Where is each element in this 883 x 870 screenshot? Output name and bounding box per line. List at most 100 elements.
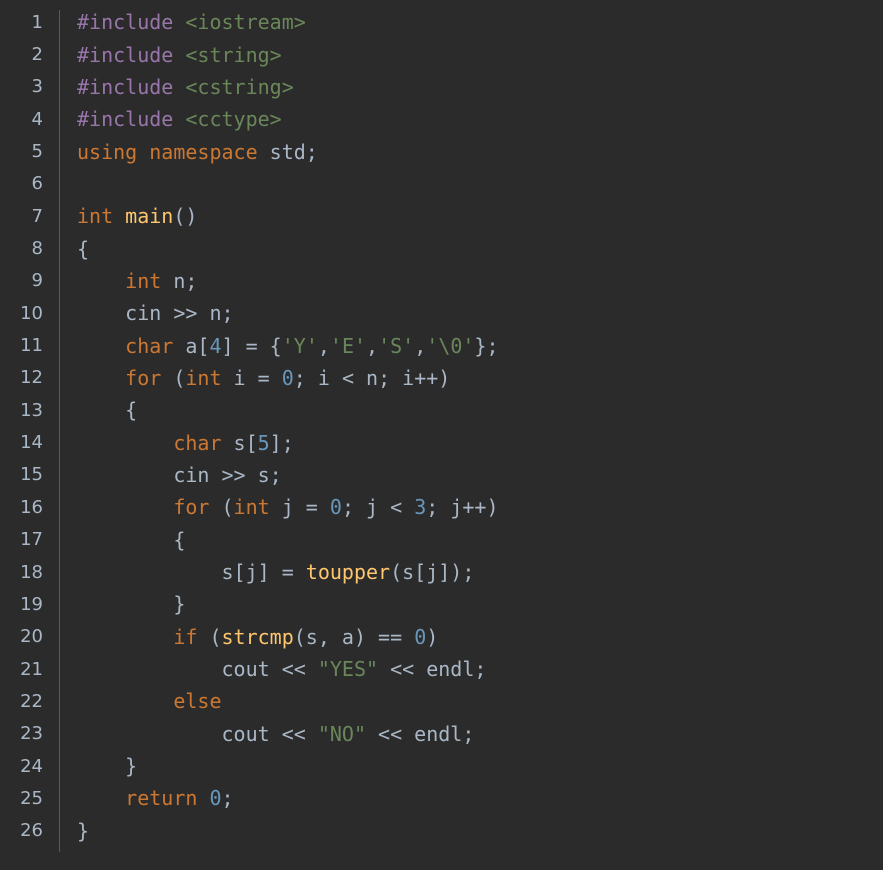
code-text[interactable]: int n; — [77, 269, 197, 293]
code-text[interactable]: #include <iostream> — [77, 10, 306, 34]
code-token: strcmp — [221, 624, 294, 649]
code-token: n; — [161, 268, 198, 293]
line-number: 16 — [20, 496, 43, 518]
code-line[interactable]: 2 #include <string> — [0, 38, 883, 70]
code-token: char — [173, 430, 222, 455]
code-token: 'S' — [378, 333, 415, 358]
code-line[interactable]: 25 return 0; — [0, 782, 883, 814]
code-text[interactable]: using namespace std; — [77, 140, 318, 164]
code-text[interactable]: #include <cstring> — [77, 75, 294, 99]
code-text[interactable]: { — [77, 398, 137, 422]
code-text[interactable]: { — [77, 237, 89, 261]
code-text[interactable]: { — [77, 528, 185, 552]
line-number: 22 — [20, 690, 43, 712]
code-token: ]; — [269, 430, 294, 455]
code-text[interactable]: cin >> n; — [77, 301, 234, 326]
code-text[interactable]: s[j] = toupper(s[j]); — [77, 560, 474, 584]
code-text[interactable]: for (int j = 0; j < 3; j++) — [77, 495, 498, 519]
code-text[interactable]: char a[4] = {'Y','E','S','\0'}; — [77, 333, 499, 358]
code-line[interactable]: 15 cin >> s; — [0, 459, 883, 491]
code-text[interactable]: for (int i = 0; i < n; i++) — [77, 366, 450, 390]
code-text[interactable]: #include <string> — [77, 43, 282, 67]
code-token: 0 — [209, 786, 222, 811]
code-line[interactable]: 6 — [0, 168, 883, 200]
code-text[interactable]: #include <cctype> — [77, 107, 282, 131]
code-token: a[ — [173, 333, 210, 358]
code-token: , — [317, 333, 330, 358]
code-text[interactable]: } — [77, 819, 89, 843]
code-line[interactable]: 11 char a[4] = {'Y','E','S','\0'}; — [0, 329, 883, 361]
code-token: , — [366, 333, 379, 358]
line-number: 4 — [31, 108, 43, 130]
code-line[interactable]: 8{ — [0, 232, 883, 264]
code-token: cin >> s; — [77, 462, 282, 487]
code-token: <cctype> — [185, 107, 282, 132]
code-token: 0 — [414, 624, 427, 649]
code-token: int — [125, 268, 162, 293]
code-token: return — [125, 786, 198, 811]
code-text[interactable]: if (strcmp(s, a) == 0) — [77, 625, 438, 649]
code-token: ; i < n; i++) — [293, 365, 451, 390]
code-token: std; — [257, 139, 318, 164]
code-text[interactable]: return 0; — [77, 786, 233, 811]
code-token: cout << — [77, 657, 318, 682]
line-number: 20 — [20, 626, 43, 648]
code-line[interactable]: 23 cout << "NO" << endl; — [0, 718, 883, 750]
code-line[interactable]: 18 s[j] = toupper(s[j]); — [0, 556, 883, 588]
line-number: 3 — [31, 76, 43, 98]
code-line[interactable]: 14 char s[5]; — [0, 426, 883, 458]
line-number: 18 — [20, 561, 43, 583]
line-number: 14 — [20, 432, 43, 454]
code-token: cin >> n; — [77, 301, 234, 326]
code-token: j = — [269, 495, 330, 520]
code-line[interactable]: 22 else — [0, 685, 883, 717]
code-text[interactable]: } — [77, 754, 137, 778]
code-line[interactable]: 16 for (int j = 0; j < 3; j++) — [0, 491, 883, 523]
code-token: ) — [426, 624, 439, 649]
code-line[interactable]: 4 #include <cctype> — [0, 103, 883, 135]
code-token: ( — [197, 624, 222, 649]
code-token: for — [173, 495, 210, 520]
code-line[interactable]: 21 cout << "YES" << endl; — [0, 653, 883, 685]
code-token: <iostream> — [185, 10, 306, 35]
code-text[interactable]: } — [77, 592, 185, 616]
code-line[interactable]: 13 { — [0, 394, 883, 426]
code-line[interactable]: 24 } — [0, 750, 883, 782]
code-line[interactable]: 3 #include <cstring> — [0, 71, 883, 103]
code-line[interactable]: 17 { — [0, 524, 883, 556]
code-token: "YES" — [317, 657, 379, 682]
code-text[interactable]: else — [77, 689, 221, 713]
code-token: #include — [77, 74, 174, 99]
code-line[interactable]: 10 cin >> n; — [0, 297, 883, 329]
code-line[interactable]: 12 for (int i = 0; i < n; i++) — [0, 362, 883, 394]
code-editor[interactable]: 1 #include <iostream> 2 #include <string> 3 #… — [0, 0, 883, 870]
code-text[interactable]: cout << "YES" << endl; — [77, 657, 486, 681]
code-text[interactable]: char s[5]; — [77, 430, 294, 455]
line-number: 17 — [20, 529, 43, 551]
code-token: 'Y' — [281, 333, 318, 358]
code-line[interactable]: 5 using namespace std; — [0, 135, 883, 167]
code-text[interactable]: cin >> s; — [77, 462, 282, 487]
code-line[interactable]: 20 if (strcmp(s, a) == 0) — [0, 621, 883, 653]
code-lines[interactable]: 1 #include <iostream> 2 #include <string> 3 #… — [0, 6, 883, 847]
line-number: 19 — [20, 593, 43, 615]
code-line[interactable]: 1 #include <iostream> — [0, 6, 883, 38]
code-token: ; j < — [341, 495, 415, 520]
code-token: int — [233, 495, 270, 520]
code-token: toupper — [305, 560, 391, 585]
code-token: 0 — [281, 365, 294, 390]
code-token: }; — [474, 333, 499, 358]
code-line[interactable]: 7 int main() — [0, 200, 883, 232]
code-token: << endl; — [366, 721, 475, 746]
code-text[interactable]: cout << "NO" << endl; — [77, 722, 474, 746]
code-line[interactable]: 19 } — [0, 588, 883, 620]
code-line[interactable]: 9 int n; — [0, 265, 883, 297]
code-text[interactable]: int main() — [77, 204, 197, 228]
code-line[interactable]: 26} — [0, 815, 883, 847]
